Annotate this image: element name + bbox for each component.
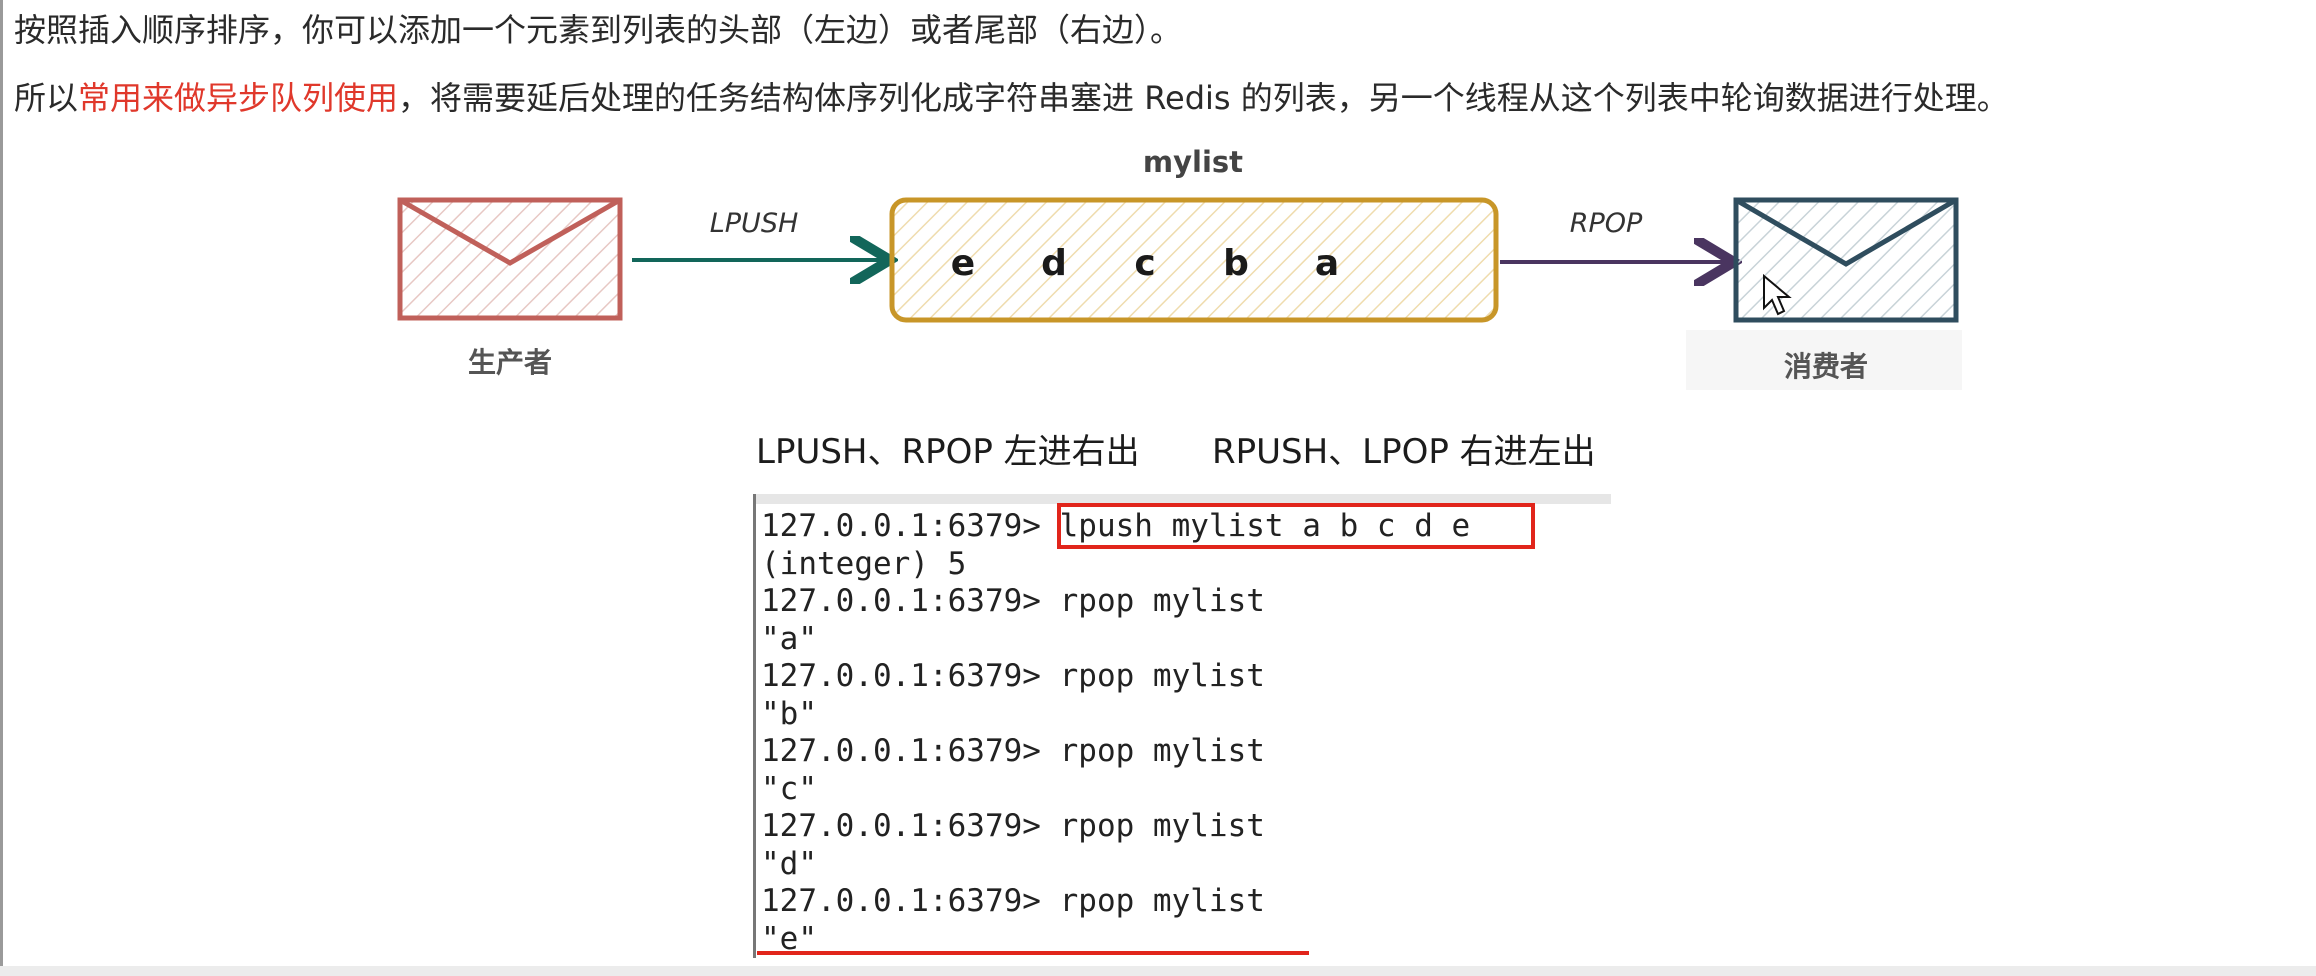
consumer-label: 消费者 xyxy=(1784,350,1868,383)
terminal-line: "c" xyxy=(761,770,817,807)
list-element-c: c xyxy=(1134,243,1155,284)
terminal-line: 127.0.0.1:6379> rpop mylist xyxy=(761,808,1265,844)
terminal-output: 127.0.0.1:6379> lpush mylist a b c d e (… xyxy=(761,508,1470,958)
terminal-line: 127.0.0.1:6379> rpop mylist xyxy=(761,658,1265,694)
terminal-left-edge xyxy=(753,494,756,958)
producer-envelope-icon xyxy=(397,197,623,321)
caption-lpush-rpop: LPUSH、RPOP 左进右出 xyxy=(756,432,1140,472)
bottom-strip xyxy=(0,966,2316,976)
lpush-command-highlight-box xyxy=(1057,503,1535,549)
list-element-b: b xyxy=(1223,243,1249,284)
mylist-box xyxy=(889,197,1499,323)
list-element-d: d xyxy=(1041,243,1067,284)
queue-diagram: 生产者 LPUSH mylist e d c b a RPOP 消费者 xyxy=(397,145,1962,390)
list-element-a: a xyxy=(1315,243,1339,284)
terminal-window: 127.0.0.1:6379> lpush mylist a b c d e (… xyxy=(753,494,1611,958)
output-underline xyxy=(757,951,1309,955)
terminal-line: 127.0.0.1:6379> rpop mylist xyxy=(761,583,1265,619)
terminal-line: (integer) 5 xyxy=(761,545,967,582)
terminal-line: 127.0.0.1:6379> rpop mylist xyxy=(761,883,1265,919)
terminal-line: "d" xyxy=(761,845,817,882)
rpop-label: RPOP xyxy=(1570,208,1643,239)
terminal-line: 127.0.0.1:6379> rpop mylist xyxy=(761,733,1265,769)
mylist-title: mylist xyxy=(1143,145,1243,179)
list-element-e: e xyxy=(951,243,975,284)
terminal-line: "a" xyxy=(761,620,817,657)
caption-rpush-lpop: RPUSH、LPOP 右进左出 xyxy=(1212,432,1596,472)
lpush-label: LPUSH xyxy=(710,208,799,239)
producer-label: 生产者 xyxy=(468,346,552,379)
terminal-line: "b" xyxy=(761,695,817,732)
